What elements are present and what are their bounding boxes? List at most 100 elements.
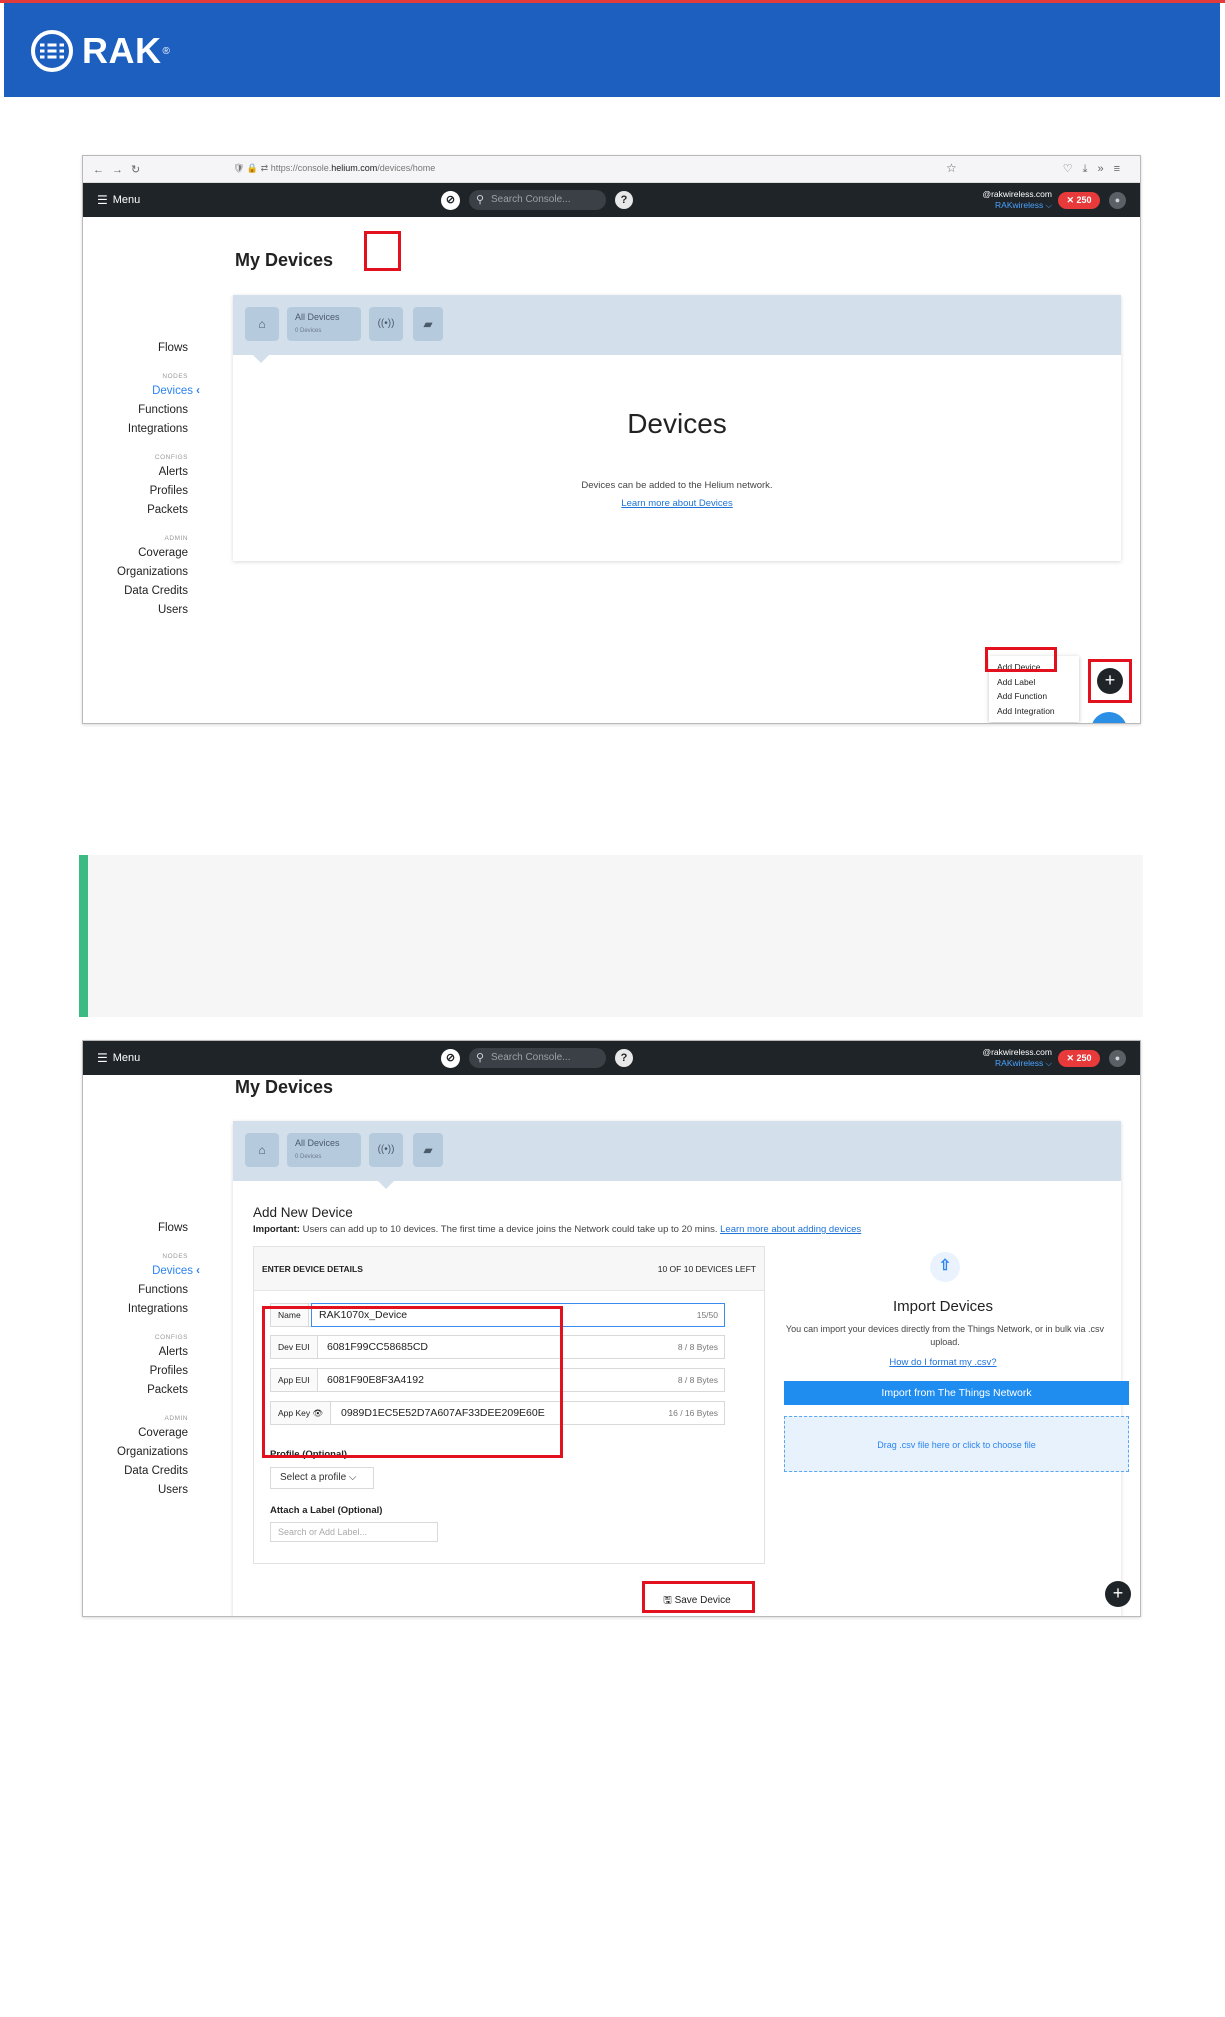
sidebar-item-flows[interactable]: Flows	[83, 1219, 188, 1238]
sidebar-item-functions[interactable]: Functions	[83, 401, 188, 420]
user-avatar-icon[interactable]: ●	[1109, 192, 1126, 209]
sidebar-item-devices[interactable]: Devices	[83, 1262, 200, 1281]
sidebar-item-integrations[interactable]: Integrations	[83, 420, 188, 439]
form-title: Add New Device	[253, 1205, 353, 1220]
sidebar-item-alerts[interactable]: Alerts	[83, 1343, 188, 1362]
devices-toolbar: ⌂ All Devices 0 Devices ((•)) ▰	[233, 1121, 1121, 1181]
add-device-tab-button[interactable]: ((•))	[369, 307, 403, 341]
registered-mark: ®	[162, 45, 170, 57]
all-devices-button[interactable]: All Devices 0 Devices	[287, 307, 361, 341]
help-icon[interactable]: ?	[615, 191, 633, 209]
bookmark-star-icon[interactable]: ☆	[946, 161, 957, 175]
menu-icon: ☰	[97, 1051, 108, 1065]
learn-more-adding-link[interactable]: Learn more about adding devices	[720, 1224, 861, 1235]
import-ttn-button[interactable]: Import from The Things Network	[784, 1381, 1129, 1405]
helium-logo-icon[interactable]: ⊘	[441, 1049, 460, 1068]
sidebar: Flows NODES Devices Functions Integratio…	[83, 339, 193, 620]
folder-plus-icon: ▰	[423, 1143, 433, 1157]
sidebar-item-profiles[interactable]: Profiles	[83, 482, 188, 501]
sidebar-section-admin: ADMIN	[164, 535, 188, 542]
add-label-button[interactable]: ▰	[413, 307, 443, 341]
sidebar-item-data-credits[interactable]: Data Credits	[83, 1462, 188, 1481]
app-nav: ☰ Menu ⊘ ⚲ Search Console... ? @rakwireles…	[83, 183, 1140, 217]
learn-more-devices-link[interactable]: Learn more about Devices	[233, 498, 1121, 509]
plus-icon: +	[1112, 1583, 1124, 1603]
search-icon: ⚲	[476, 194, 485, 206]
sidebar-item-profiles[interactable]: Profiles	[83, 1362, 188, 1381]
sidebar-item-flows[interactable]: Flows	[83, 339, 188, 358]
sidebar: Flows NODES Devices Functions Integratio…	[83, 1219, 193, 1500]
helium-logo-icon[interactable]: ⊘	[441, 191, 460, 210]
screenshot-devices-home: ←→↻ 🛡 🔒 ⇄ https://console.helium.com/dev…	[82, 155, 1141, 724]
highlight-save-device	[642, 1581, 755, 1613]
add-function-menu-item[interactable]: Add Function	[989, 689, 1079, 704]
highlight-add-device-tab	[364, 231, 401, 271]
import-heading: Import Devices	[892, 1298, 994, 1315]
sidebar-item-data-credits[interactable]: Data Credits	[83, 582, 188, 601]
search-input[interactable]: ⚲ Search Console...	[469, 190, 606, 210]
menu-button[interactable]: ☰ Menu	[97, 193, 140, 207]
sidebar-section-nodes: NODES	[162, 1253, 188, 1260]
help-icon[interactable]: ?	[615, 1049, 633, 1067]
home-button[interactable]: ⌂	[245, 307, 279, 341]
browser-url[interactable]: 🛡 🔒 ⇄ https://console.helium.com/devices…	[233, 163, 435, 174]
add-label-button[interactable]: ▰	[413, 1133, 443, 1167]
sidebar-item-alerts[interactable]: Alerts	[83, 463, 188, 482]
sidebar-item-packets[interactable]: Packets	[83, 1381, 188, 1400]
sidebar-item-users[interactable]: Users	[83, 1481, 188, 1500]
browser-nav-icons[interactable]: ←→↻	[93, 163, 148, 176]
browser-toolbar-icons[interactable]: ♡⤓»≡	[1063, 162, 1130, 176]
data-credits-badge[interactable]: ✕ 250	[1058, 192, 1100, 209]
sidebar-item-organizations[interactable]: Organizations	[83, 1443, 188, 1462]
user-avatar-icon[interactable]: ●	[1109, 1050, 1126, 1067]
note-block	[79, 855, 1143, 1017]
folder-plus-icon: ▰	[423, 317, 433, 331]
page-header: RAK ®	[4, 3, 1220, 97]
csv-drop-zone[interactable]: Drag .csv file here or click to choose f…	[784, 1416, 1129, 1472]
home-icon: ⌂	[258, 317, 266, 331]
menu-icon: ☰	[97, 193, 108, 207]
sidebar-item-users[interactable]: Users	[83, 601, 188, 620]
import-panel: ⇧ Import Devices You can import your dev…	[765, 1246, 1129, 1486]
page-title: My Devices	[235, 1077, 334, 1097]
sidebar-item-coverage[interactable]: Coverage	[83, 1424, 188, 1443]
profile-select[interactable]: Select a profile ⌵	[270, 1467, 374, 1489]
add-label-menu-item[interactable]: Add Label	[989, 675, 1079, 690]
sidebar-item-packets[interactable]: Packets	[83, 501, 188, 520]
sidebar-section-nodes: NODES	[162, 373, 188, 380]
account-info[interactable]: @rakwireless.com RAKwireless ⌵	[982, 1047, 1052, 1069]
sidebar-item-integrations[interactable]: Integrations	[83, 1300, 188, 1319]
csv-format-link[interactable]: How do I format my .csv?	[765, 1357, 1121, 1368]
devices-heading: Devices	[627, 408, 727, 439]
add-fab-button[interactable]: +	[1105, 1581, 1131, 1607]
add-integration-menu-item[interactable]: Add Integration	[989, 704, 1079, 719]
home-button[interactable]: ⌂	[245, 1133, 279, 1167]
toolbar-caret	[253, 355, 269, 363]
browser-bar: ←→↻ 🛡 🔒 ⇄ https://console.helium.com/dev…	[83, 156, 1140, 183]
highlight-fab	[1088, 659, 1132, 703]
highlight-add-device-menu	[985, 647, 1057, 672]
data-credits-badge[interactable]: ✕ 250	[1058, 1050, 1100, 1067]
home-icon: ⌂	[258, 1143, 266, 1157]
devices-card: ⌂ All Devices 0 Devices ((•)) ▰ Devices D…	[233, 295, 1121, 561]
add-device-tab-button[interactable]: ((•))	[369, 1133, 403, 1167]
menu-button[interactable]: ☰ Menu	[97, 1051, 140, 1065]
toolbar-caret	[378, 1181, 394, 1189]
rak-brand-text: RAK	[82, 30, 162, 71]
account-info[interactable]: @rakwireless.com RAKwireless ⌵	[982, 189, 1052, 211]
sidebar-section-configs: CONFIGS	[154, 1334, 188, 1341]
label-label: Attach a Label (Optional)	[270, 1505, 383, 1516]
all-devices-button[interactable]: All Devices 0 Devices	[287, 1133, 361, 1167]
search-input[interactable]: ⚲ Search Console...	[469, 1048, 606, 1068]
sidebar-item-coverage[interactable]: Coverage	[83, 544, 188, 563]
upload-icon: ⇧	[930, 1252, 960, 1282]
sidebar-item-functions[interactable]: Functions	[83, 1281, 188, 1300]
highlight-device-fields	[262, 1306, 563, 1458]
form-important-note: Important: Users can add up to 10 device…	[253, 1224, 862, 1235]
devices-description: Devices can be added to the Helium netwo…	[581, 480, 773, 491]
chat-button[interactable]	[1091, 712, 1127, 723]
sidebar-item-organizations[interactable]: Organizations	[83, 563, 188, 582]
label-search-input[interactable]: Search or Add Label...	[270, 1522, 438, 1542]
sidebar-item-devices[interactable]: Devices	[83, 382, 200, 401]
details-header: ENTER DEVICE DETAILS 10 OF 10 DEVICES LE…	[254, 1247, 764, 1291]
